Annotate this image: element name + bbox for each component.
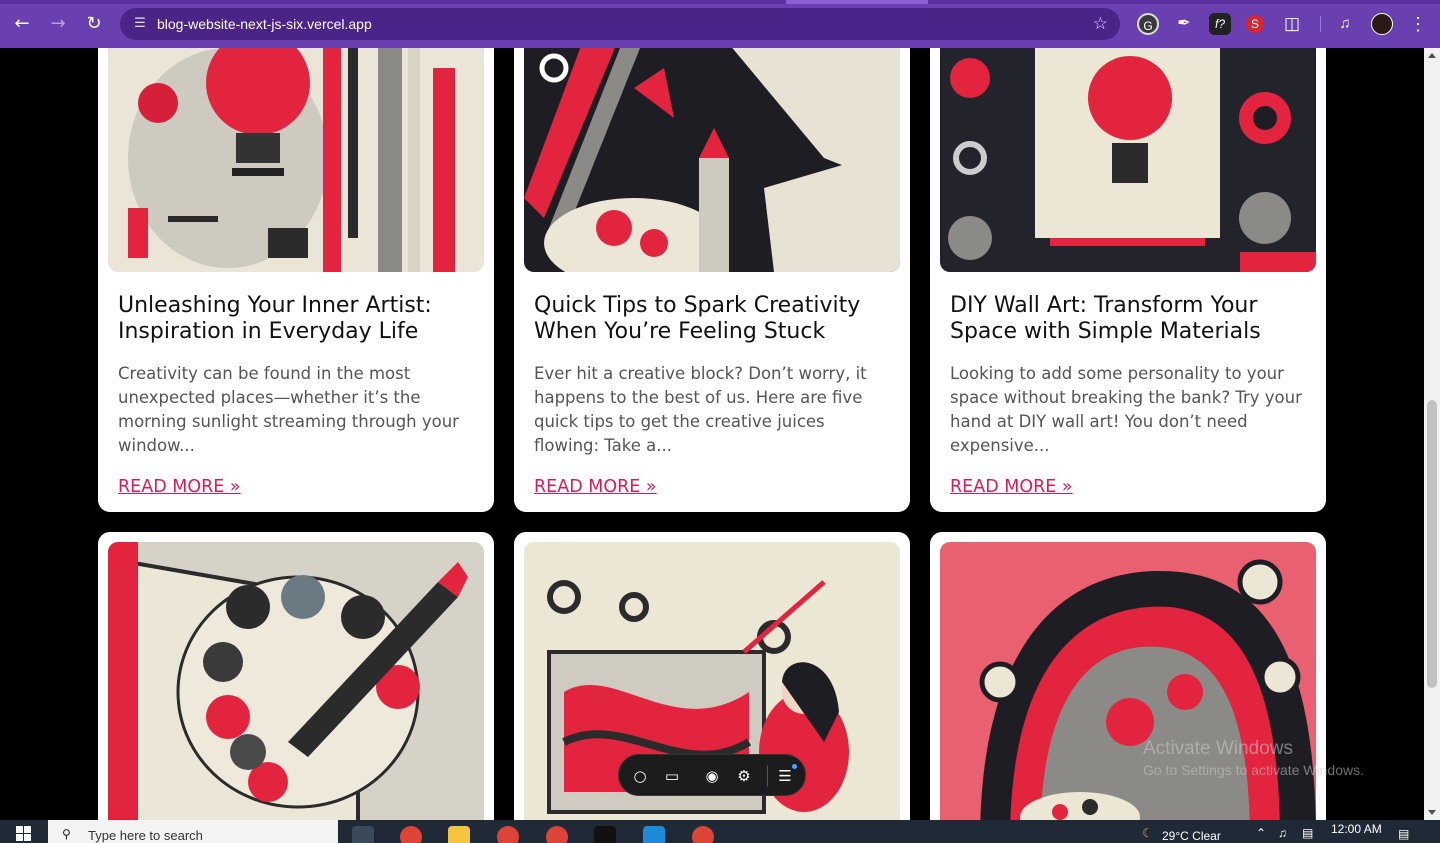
chrome-icon[interactable]: [497, 826, 519, 843]
comment-icon[interactable]: ○: [628, 764, 652, 788]
speaker-icon[interactable]: ♫: [1278, 826, 1287, 840]
browser-toolbar: ← → ↻ ☰ blog-website-next-js-six.vercel.…: [0, 0, 1440, 48]
tab-strip: [0, 0, 1440, 4]
notification-dot: [792, 764, 797, 769]
task-view-icon[interactable]: [352, 826, 374, 843]
toolbar-separator: [1320, 16, 1321, 32]
read-more-link[interactable]: READ MORE »: [118, 475, 241, 499]
inbox-icon[interactable]: ▭: [660, 764, 684, 788]
post-thumbnail[interactable]: [940, 48, 1316, 272]
font-icon[interactable]: f?: [1209, 13, 1231, 35]
page-scrollbar[interactable]: [1424, 48, 1440, 820]
vscode-icon[interactable]: [643, 826, 665, 843]
red-extension-icon[interactable]: S: [1246, 15, 1264, 33]
activate-windows-subtitle: Go to Settings to activate Windows.: [1143, 762, 1364, 778]
post-thumbnail[interactable]: [524, 48, 900, 272]
reload-icon[interactable]: ↻: [82, 12, 106, 36]
file-explorer-icon[interactable]: [448, 826, 470, 843]
active-tab-indicator: [786, 0, 928, 4]
site-info-icon[interactable]: ☰: [128, 8, 152, 40]
post-excerpt: Ever hit a creative block? Don’t worry, …: [534, 364, 867, 455]
profile-avatar[interactable]: [1371, 13, 1393, 35]
network-icon[interactable]: ▤: [1302, 826, 1313, 840]
chrome-icon[interactable]: [400, 826, 422, 843]
weather-text[interactable]: 29°C Clear: [1162, 829, 1221, 843]
forward-icon[interactable]: →: [46, 12, 70, 36]
grammarly-icon[interactable]: G: [1137, 13, 1159, 35]
toolbar-divider: [767, 765, 768, 787]
read-more-link[interactable]: READ MORE »: [534, 475, 657, 499]
chrome-icon[interactable]: [546, 826, 568, 843]
floating-toolbar: ○ ▭ ◉ ⚙ ☰: [618, 754, 806, 796]
post-title[interactable]: DIY Wall Art: Transform Your Space with …: [950, 293, 1310, 345]
menu-icon[interactable]: ⋮: [1407, 13, 1429, 35]
post-thumbnail[interactable]: [108, 48, 484, 272]
settings-icon[interactable]: ⚙: [732, 764, 756, 788]
post-card[interactable]: Unleashing Your Inner Artist: Inspiratio…: [98, 48, 494, 512]
scroll-down-arrow-icon[interactable]: [1428, 810, 1436, 815]
chrome-icon[interactable]: [692, 826, 714, 843]
post-thumbnail[interactable]: [940, 542, 1316, 820]
search-placeholder[interactable]: Type here to search: [88, 828, 203, 843]
post-card[interactable]: [98, 532, 494, 820]
post-thumbnail[interactable]: [108, 542, 484, 820]
post-card[interactable]: Quick Tips to Spark Creativity When You’…: [514, 48, 910, 512]
scroll-thumb[interactable]: [1427, 400, 1437, 688]
weather-moon-icon[interactable]: ☾: [1142, 826, 1153, 840]
post-excerpt: Looking to add some personality to your …: [950, 364, 1302, 455]
clock-time[interactable]: 12:00 AM: [1331, 822, 1382, 836]
address-bar[interactable]: ☰ blog-website-next-js-six.vercel.app ☆: [120, 8, 1120, 40]
search-icon: ⚲: [62, 827, 71, 841]
notification-center-icon[interactable]: ▤: [1398, 827, 1409, 841]
scroll-up-arrow-icon[interactable]: [1428, 53, 1436, 58]
url-text[interactable]: blog-website-next-js-six.vercel.app: [157, 8, 372, 40]
terminal-icon[interactable]: [594, 826, 616, 843]
tray-chevron-icon[interactable]: ⌃: [1256, 826, 1266, 840]
media-queue-icon[interactable]: ♫: [1334, 13, 1356, 35]
read-more-link[interactable]: READ MORE »: [950, 475, 1073, 499]
puzzle-icon[interactable]: ◫: [1281, 13, 1303, 35]
post-card[interactable]: DIY Wall Art: Transform Your Space with …: [930, 48, 1326, 512]
post-title[interactable]: Quick Tips to Spark Creativity When You’…: [534, 293, 894, 345]
activate-windows-title: Activate Windows: [1143, 738, 1293, 759]
eyedropper-icon[interactable]: ✒: [1173, 13, 1195, 35]
blog-page: Unleashing Your Inner Artist: Inspiratio…: [0, 48, 1424, 820]
windows-taskbar: ⚲ Type here to search ☾ 29°C Clear ⌃ ♫ ▤…: [0, 820, 1440, 843]
post-title[interactable]: Unleashing Your Inner Artist: Inspiratio…: [118, 293, 478, 345]
bookmark-star-icon[interactable]: ☆: [1093, 8, 1108, 40]
windows-start-icon[interactable]: [16, 826, 32, 842]
post-excerpt: Creativity can be found in the most unex…: [118, 364, 459, 455]
back-icon[interactable]: ←: [10, 12, 34, 36]
eye-icon[interactable]: ◉: [700, 764, 724, 788]
taskbar-search[interactable]: ⚲ Type here to search: [48, 820, 338, 843]
